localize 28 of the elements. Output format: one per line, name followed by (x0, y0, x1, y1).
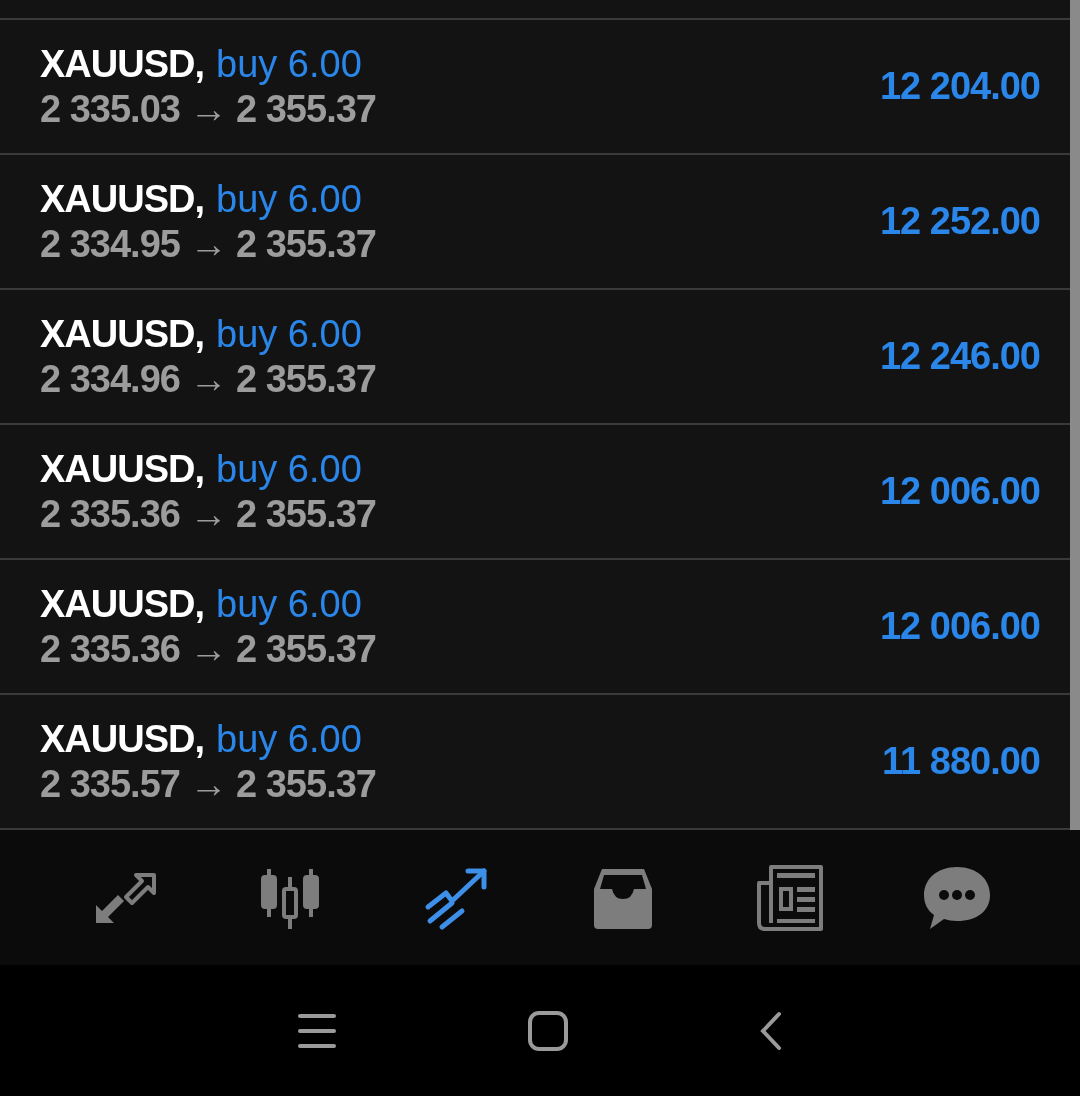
profit-value: 12 204.00 (879, 64, 1040, 109)
home-icon[interactable] (527, 1009, 569, 1052)
price-range: 2 335.57 → 2 355.37 (40, 761, 376, 807)
back-icon[interactable] (759, 1010, 783, 1051)
price-range: 2 335.36 → 2 355.37 (40, 626, 376, 672)
price-range: 2 335.36 → 2 355.37 (40, 491, 376, 537)
price-range: 2 334.95 → 2 355.37 (40, 221, 376, 267)
order-label: buy 6.00 (216, 176, 362, 221)
symbol-label: XAUUSD, (40, 446, 205, 491)
newspaper-icon[interactable] (754, 862, 825, 933)
symbol-label: XAUUSD, (40, 716, 205, 761)
order-label: buy 6.00 (216, 716, 362, 761)
order-label: buy 6.00 (216, 446, 362, 491)
symbol-label: XAUUSD, (40, 311, 205, 356)
symbol-label: XAUUSD, (40, 41, 205, 86)
profit-value: 12 006.00 (879, 604, 1040, 649)
order-label: buy 6.00 (216, 41, 362, 86)
symbol-label: XAUUSD, (40, 581, 205, 626)
price-range: 2 335.03 → 2 355.37 (40, 86, 376, 132)
price-range: 2 334.96 → 2 355.37 (40, 356, 376, 402)
order-label: buy 6.00 (216, 581, 362, 626)
symbol-label: XAUUSD, (40, 176, 205, 221)
profit-value: 12 246.00 (879, 334, 1040, 379)
profit-value: 12 006.00 (879, 469, 1040, 514)
profit-value: 11 880.00 (882, 739, 1040, 784)
order-label: buy 6.00 (216, 311, 362, 356)
profit-value: 12 252.00 (879, 199, 1040, 244)
menu-icon[interactable] (297, 1011, 337, 1050)
